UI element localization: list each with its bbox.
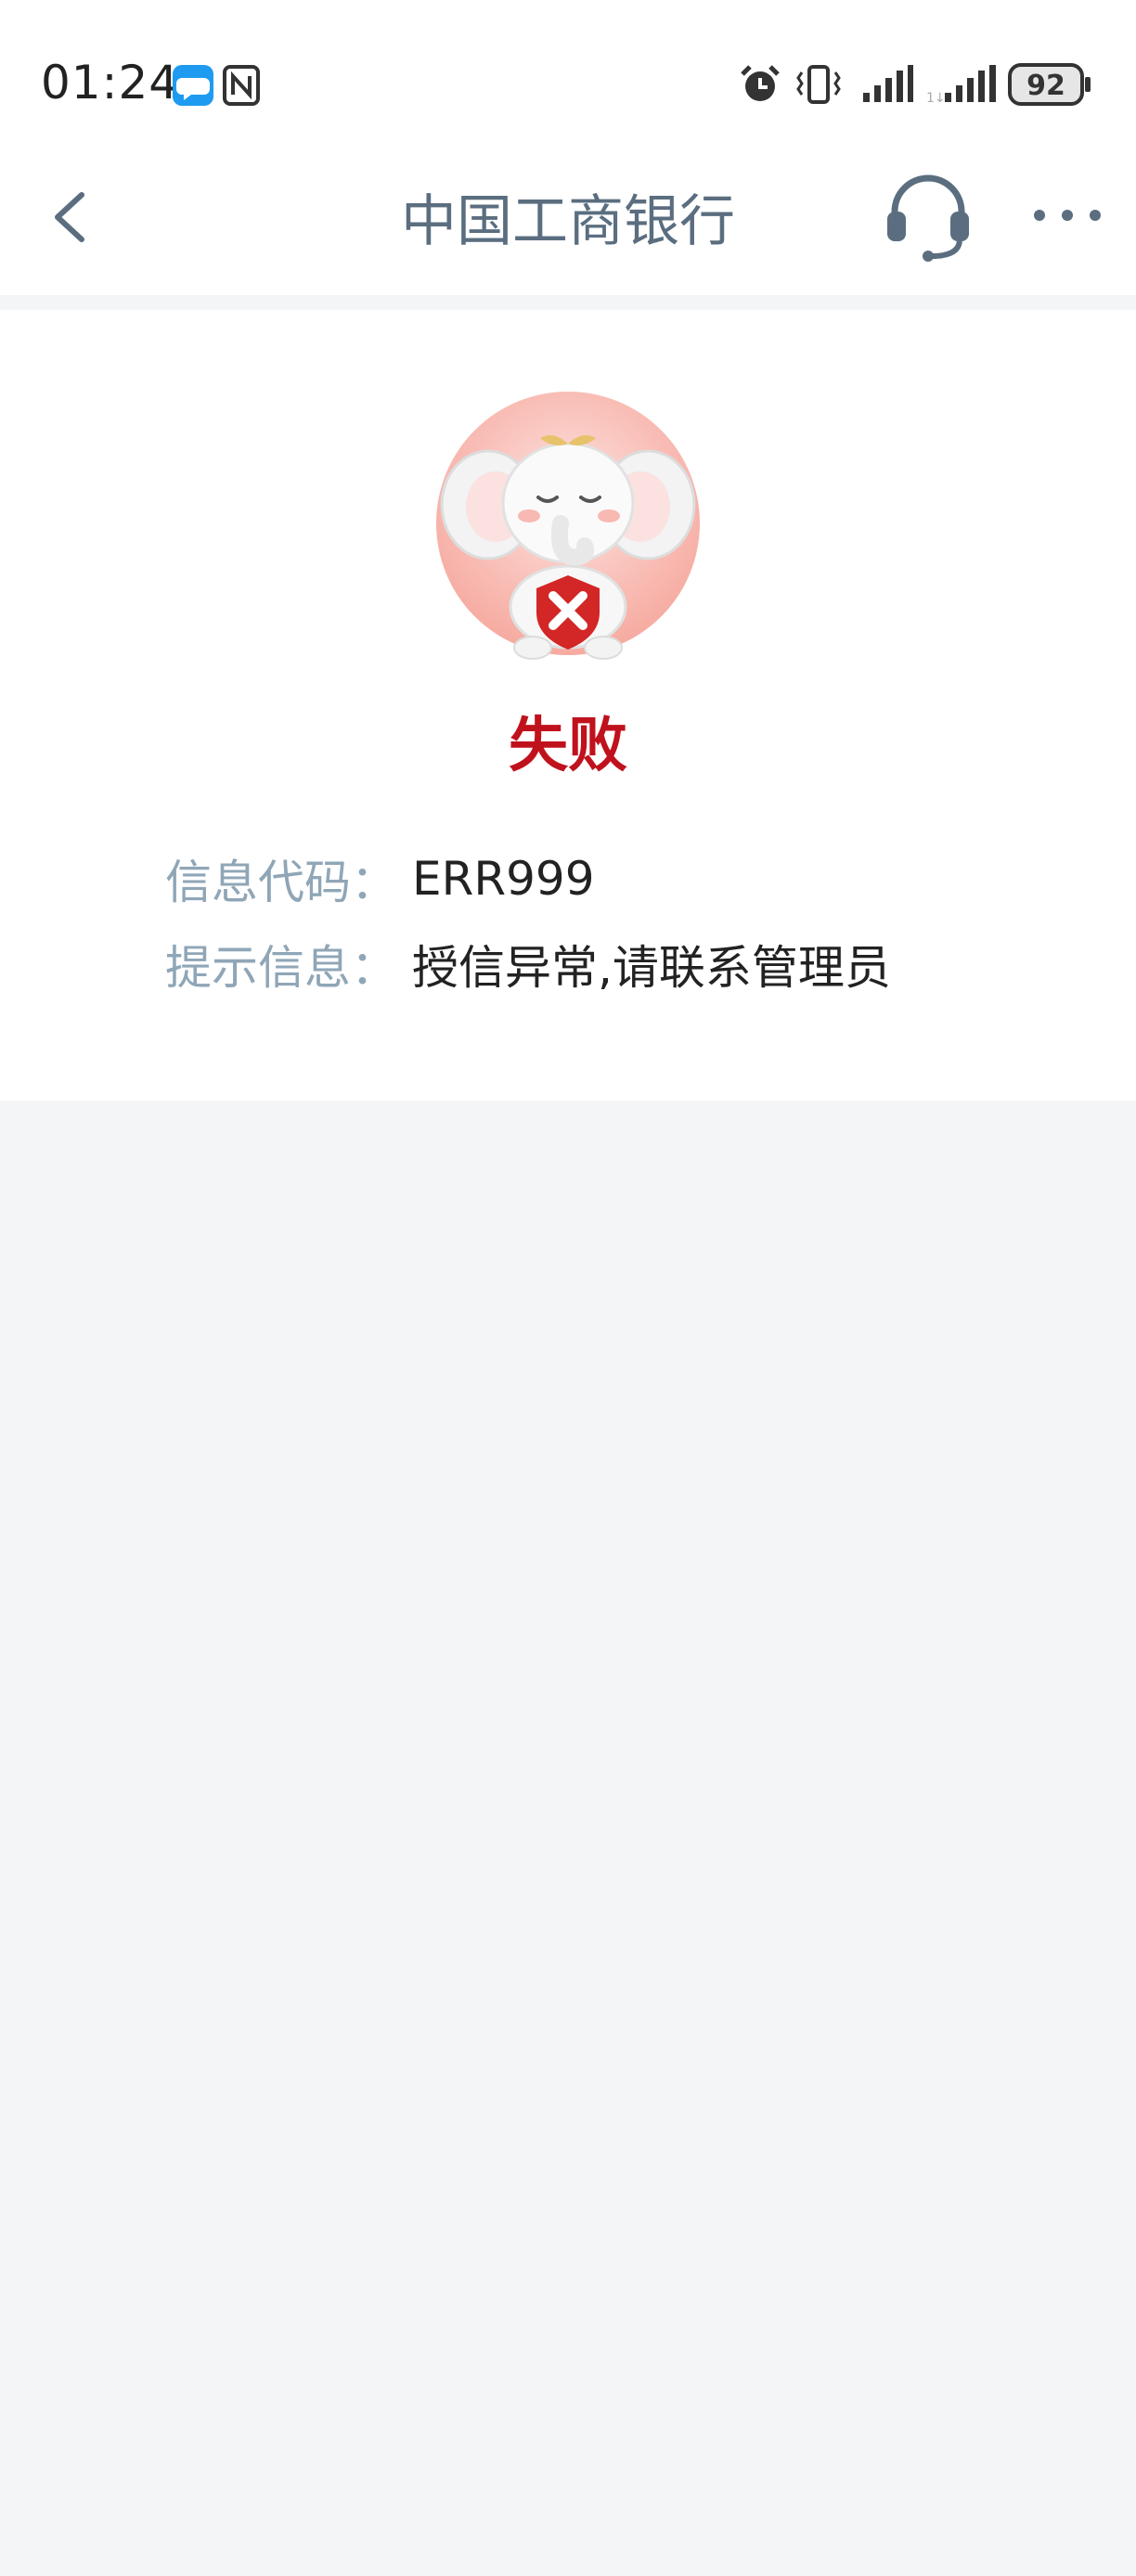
status-bar: 01:24 1↓ 92 bbox=[0, 0, 1136, 171]
battery-level: 92 bbox=[1026, 70, 1065, 102]
info-row-message: 提示信息： 授信异常,请联系管理员 bbox=[165, 932, 891, 997]
signal-icon-2: 1↓ bbox=[926, 65, 996, 104]
status-time: 01:24 bbox=[41, 56, 180, 109]
more-button[interactable] bbox=[1026, 195, 1110, 236]
info-code-value: ERR999 bbox=[412, 852, 595, 906]
more-icon bbox=[1034, 210, 1101, 221]
result-status-title: 失败 bbox=[509, 712, 627, 780]
signal-icon bbox=[863, 65, 913, 102]
info-message-label: 提示信息： bbox=[165, 941, 397, 995]
message-app-icon bbox=[173, 65, 213, 106]
alarm-icon bbox=[741, 65, 780, 101]
info-code-label: 信息代码： bbox=[165, 856, 397, 909]
info-message-value: 授信异常,请联系管理员 bbox=[412, 941, 891, 995]
vibrate-icon bbox=[796, 65, 841, 104]
svg-text:1↓: 1↓ bbox=[926, 91, 946, 104]
header-divider bbox=[0, 295, 1136, 310]
headset-icon bbox=[887, 174, 969, 262]
customer-service-button[interactable] bbox=[882, 169, 975, 262]
info-row-code: 信息代码： ERR999 bbox=[165, 846, 595, 911]
battery-icon: 92 bbox=[1008, 63, 1091, 106]
nfc-icon bbox=[223, 65, 260, 106]
elephant-failure-illustration bbox=[436, 392, 700, 660]
